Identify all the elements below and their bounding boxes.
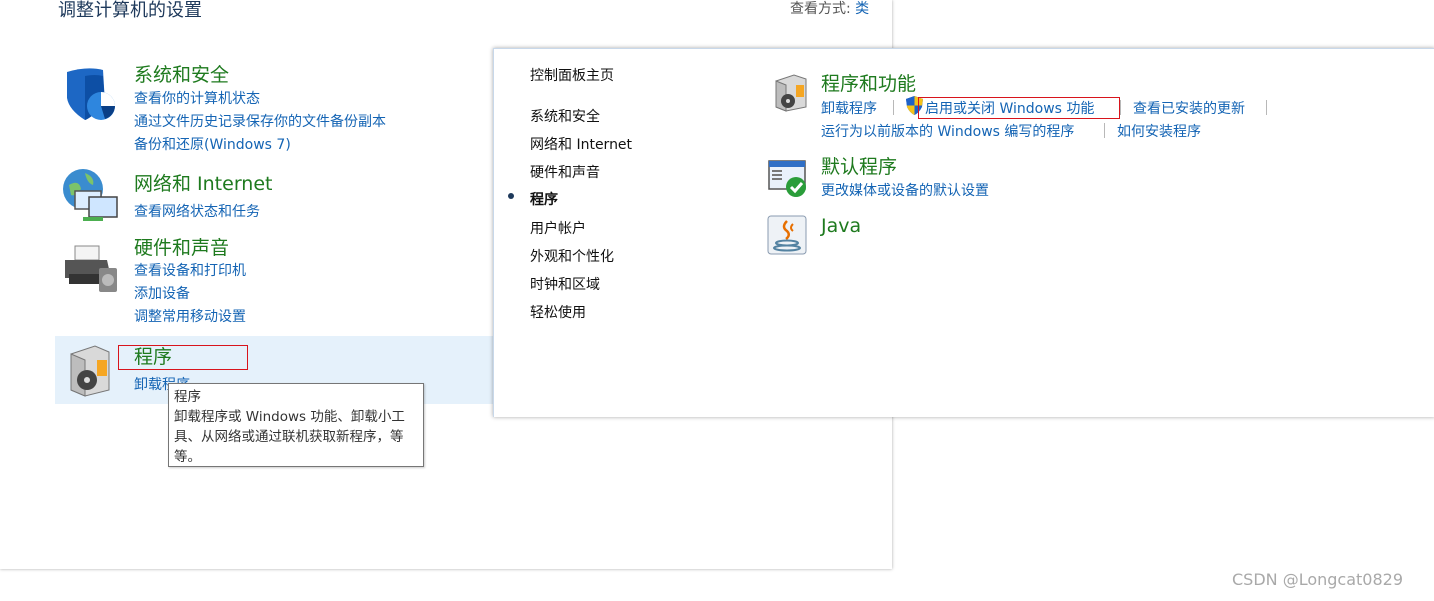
link-separator <box>893 100 894 115</box>
link-file-history-backup[interactable]: 通过文件历史记录保存你的文件备份副本 <box>134 111 386 131</box>
category-system-security: 系统和安全 查看你的计算机状态 通过文件历史记录保存你的文件备份副本 备份和还原… <box>55 56 495 156</box>
tooltip-body: 卸载程序或 Windows 功能、卸载小工具、从网络或通过联机获取新程序，等等。 <box>174 409 405 465</box>
link-how-to-install[interactable]: 如何安装程序 <box>1117 121 1201 141</box>
link-mobility-settings[interactable]: 调整常用移动设置 <box>134 306 246 326</box>
link-network-status[interactable]: 查看网络状态和任务 <box>134 201 260 221</box>
link-backup-restore[interactable]: 备份和还原(Windows 7) <box>134 134 291 154</box>
nav-control-panel-home[interactable]: 控制面板主页 <box>530 65 614 85</box>
category-title[interactable]: 系统和安全 <box>134 60 229 87</box>
programs-features-icon <box>775 74 807 112</box>
section-title-programs-features[interactable]: 程序和功能 <box>821 69 916 96</box>
nav-item-network-internet[interactable]: 网络和 Internet <box>530 134 632 154</box>
view-by-label: 查看方式: <box>790 1 851 17</box>
category-title[interactable]: 网络和 Internet <box>134 169 272 196</box>
link-separator <box>1266 100 1267 115</box>
nav-item-hardware-sound[interactable]: 硬件和声音 <box>530 162 600 182</box>
page-title: 调整计算机的设置 <box>58 0 202 21</box>
annotation-highlight-box <box>118 345 248 370</box>
category-network-internet: 网络和 Internet 查看网络状态和任务 <box>55 165 495 229</box>
section-title-default-programs[interactable]: 默认程序 <box>821 152 897 179</box>
default-programs-icon <box>768 160 806 197</box>
link-uninstall-program[interactable]: 卸载程序 <box>821 98 877 118</box>
nav-item-programs[interactable]: 程序 <box>530 189 558 209</box>
nav-item-user-accounts[interactable]: 用户帐户 <box>530 218 586 238</box>
active-nav-bullet <box>508 193 514 199</box>
view-by-control[interactable]: 查看方式: 类 <box>790 0 869 18</box>
link-separator <box>1104 123 1105 138</box>
network-globe-icon <box>63 169 118 221</box>
link-add-device[interactable]: 添加设备 <box>134 283 190 303</box>
programs-box-icon <box>70 345 110 397</box>
nav-item-ease-of-access[interactable]: 轻松使用 <box>530 302 586 322</box>
programs-tooltip: 程序 卸载程序或 Windows 功能、卸载小工具、从网络或通过联机获取新程序，… <box>168 383 424 467</box>
link-run-older-programs[interactable]: 运行为以前版本的 Windows 编写的程序 <box>821 121 1074 141</box>
link-view-installed-updates[interactable]: 查看已安装的更新 <box>1133 98 1245 118</box>
printer-icon <box>65 245 117 292</box>
nav-item-system-security[interactable]: 系统和安全 <box>530 106 600 126</box>
csdn-watermark: CSDN @Longcat0829 <box>1232 570 1404 589</box>
section-title-java[interactable]: Java <box>821 215 861 237</box>
link-check-computer-status[interactable]: 查看你的计算机状态 <box>134 88 260 108</box>
tooltip-title: 程序 <box>174 389 201 405</box>
category-hardware-sound: 硬件和声音 查看设备和打印机 添加设备 调整常用移动设置 <box>55 232 495 332</box>
category-title[interactable]: 硬件和声音 <box>134 233 229 260</box>
nav-item-appearance[interactable]: 外观和个性化 <box>530 246 614 266</box>
shield-icon <box>67 68 115 120</box>
annotation-highlight-box <box>918 97 1120 119</box>
link-devices-printers[interactable]: 查看设备和打印机 <box>134 260 246 280</box>
java-icon <box>767 215 807 255</box>
link-separator <box>1120 100 1121 115</box>
link-change-media-defaults[interactable]: 更改媒体或设备的默认设置 <box>821 180 989 200</box>
nav-item-clock-region[interactable]: 时钟和区域 <box>530 274 600 294</box>
view-by-value[interactable]: 类 <box>855 1 869 17</box>
